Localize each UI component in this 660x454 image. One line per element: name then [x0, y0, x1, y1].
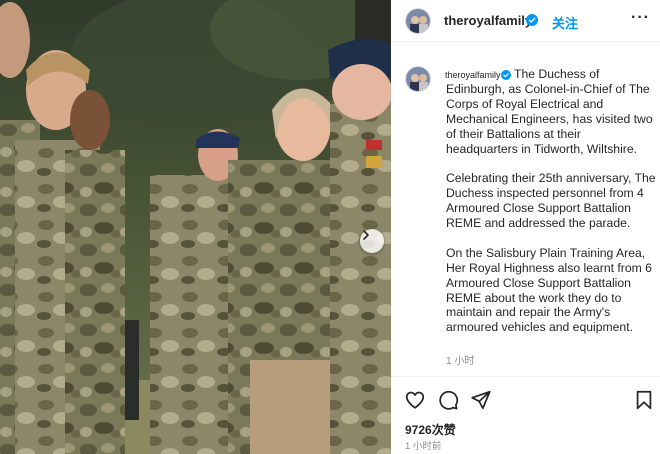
- caption-avatar[interactable]: [405, 66, 431, 92]
- avatar-image: [406, 9, 430, 33]
- caption-paragraph: The Duchess of Edinburgh, as Colonel-in-…: [446, 67, 656, 156]
- caption-paragraph: Celebrating their 25th anniversary, The …: [446, 171, 656, 231]
- avatar[interactable]: [405, 8, 431, 34]
- action-bar: [391, 376, 660, 420]
- caption-paragraph: On the Salisbury Plain Training Area, He…: [446, 246, 656, 335]
- heart-icon[interactable]: [404, 389, 426, 411]
- post-header: theroyalfamily 关注 ···: [391, 0, 660, 42]
- verified-badge-icon: [526, 14, 538, 26]
- post-side-panel: theroyalfamily 关注 ··· theroyalfamily The…: [391, 0, 660, 454]
- next-image-button[interactable]: [360, 229, 384, 253]
- caption-section: theroyalfamily The Duchess of Edinburgh,…: [391, 42, 660, 376]
- chevron-right-icon: [363, 230, 369, 240]
- caption-text: The Duchess of Edinburgh, as Colonel-in-…: [446, 67, 656, 350]
- bookmark-icon[interactable]: [633, 389, 655, 411]
- caption-paragraph-text: On the Salisbury Plain Training Area, He…: [446, 245, 652, 335]
- avatar-image: [406, 67, 430, 91]
- post-username[interactable]: theroyalfamily: [444, 13, 532, 28]
- photo-illustration: [0, 0, 391, 454]
- likes-count[interactable]: 9726次赞: [405, 421, 456, 438]
- more-options-button[interactable]: ···: [631, 9, 650, 27]
- comment-icon[interactable]: [437, 389, 459, 411]
- post-timestamp: 1 小时前: [405, 441, 442, 452]
- paper-plane-icon[interactable]: [470, 389, 492, 411]
- follow-button[interactable]: 关注: [552, 13, 578, 32]
- caption-paragraph-text: The Duchess of Edinburgh, as Colonel-in-…: [446, 67, 653, 156]
- caption-paragraph-text: Celebrating their 25th anniversary, The …: [446, 171, 656, 231]
- post-photo[interactable]: [0, 0, 391, 454]
- caption-timestamp: 1 小时: [446, 356, 475, 367]
